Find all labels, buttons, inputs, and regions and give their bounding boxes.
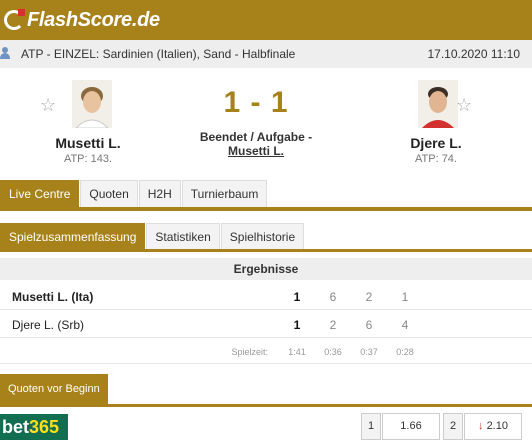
home-player-avatar[interactable]	[72, 80, 112, 128]
top-header: FlashScore.de	[0, 0, 532, 40]
match-status: Beendet / Aufgabe - Musetti L.	[186, 130, 326, 158]
away-player-name[interactable]: Djere L.	[376, 135, 496, 151]
main-tabs: Live Centre Quoten H2H Turnierbaum	[0, 180, 268, 207]
tab-spielzusammenfassung[interactable]: Spielzusammenfassung	[0, 223, 146, 250]
tab-turnierbaum[interactable]: Turnierbaum	[181, 180, 268, 207]
duration-set-3: 0:28	[396, 347, 414, 357]
away-player-avatar[interactable]	[418, 80, 458, 128]
result-set-1: 2	[329, 318, 337, 332]
odds-label-2: 2	[443, 413, 463, 440]
odds-label-1: 1	[361, 413, 381, 440]
tab-statistiken[interactable]: Statistiken	[146, 223, 220, 250]
odds-underline	[0, 404, 532, 407]
tab-live-centre[interactable]: Live Centre	[0, 180, 80, 207]
tab-h2h[interactable]: H2H	[138, 180, 181, 207]
tournament-bar: ATP - EINZEL: Sardinien (Italien), Sand …	[0, 40, 532, 68]
status-player-link[interactable]: Musetti L.	[186, 144, 326, 158]
results-header: Ergebnisse	[0, 258, 532, 280]
result-total: 1	[293, 318, 301, 332]
tournament-name[interactable]: ATP - EINZEL: Sardinien (Italien), Sand …	[21, 47, 295, 61]
away-player-rank: ATP: 74.	[415, 153, 457, 165]
odds-value-2: 2.10	[486, 420, 508, 432]
subtab-underline	[0, 249, 532, 252]
sub-tabs: Spielzusammenfassung Statistiken Spielhi…	[0, 223, 305, 250]
result-set-3: 4	[401, 318, 409, 332]
result-set-1: 6	[329, 290, 337, 304]
duration-label: Spielzeit:	[231, 347, 268, 357]
duration-total: 1:41	[288, 347, 306, 357]
duration-row: Spielzeit: 1:41 0:36 0:37 0:28	[0, 340, 532, 364]
flashscore-logo[interactable]: FlashScore.de	[4, 8, 160, 32]
result-total: 1	[293, 290, 301, 304]
odds-down-arrow-icon: ↓	[478, 420, 484, 432]
brand-name: FlashScore.de	[27, 8, 160, 31]
odds-value-2-box[interactable]: ↓ 2.10	[464, 413, 522, 440]
result-set-2: 6	[365, 318, 373, 332]
match-score: 1 - 1	[223, 86, 289, 119]
home-player-name[interactable]: Musetti L.	[28, 135, 148, 151]
favorite-star-icon[interactable]: ☆	[456, 96, 472, 114]
odds-section-tab[interactable]: Quoten vor Beginn	[0, 374, 108, 404]
person-icon	[0, 47, 10, 59]
duration-set-2: 0:37	[360, 347, 378, 357]
tab-spielhistorie[interactable]: Spielhistorie	[220, 223, 305, 250]
result-player-name[interactable]: Djere L. (Srb)	[12, 318, 84, 332]
bookmaker-logo[interactable]: bet365	[0, 414, 68, 440]
bookmaker-name-b: 365	[29, 417, 60, 437]
favorite-star-icon[interactable]: ☆	[40, 96, 56, 114]
odds-value-1[interactable]: 1.66	[382, 413, 440, 440]
logo-mark-icon	[4, 9, 25, 30]
bookmaker-name-a: bet	[2, 417, 29, 437]
match-datetime: 17.10.2020 11:10	[427, 47, 520, 61]
result-set-3: 1	[401, 290, 409, 304]
tab-underline	[0, 207, 532, 211]
result-row-away: Djere L. (Srb) 1 2 6 4	[0, 310, 532, 338]
status-text: Beendet / Aufgabe -	[199, 130, 313, 144]
home-player-rank: ATP: 143.	[63, 153, 113, 165]
result-row-home: Musetti L. (Ita) 1 6 2 1	[0, 282, 532, 310]
result-set-2: 2	[365, 290, 373, 304]
tab-quoten[interactable]: Quoten	[80, 180, 138, 207]
duration-set-1: 0:36	[324, 347, 342, 357]
result-player-name[interactable]: Musetti L. (Ita)	[12, 290, 93, 304]
